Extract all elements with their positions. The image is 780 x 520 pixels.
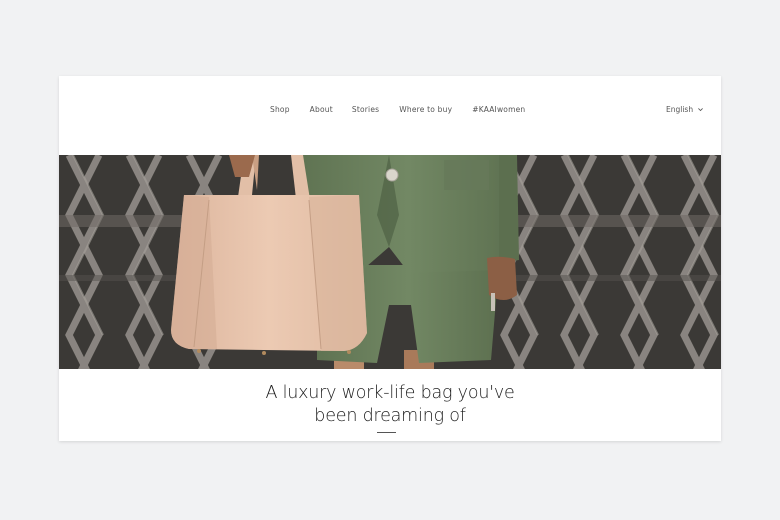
- headline-divider: [377, 432, 396, 433]
- website-frame: Shop About Stories Where to buy #KAAIwom…: [59, 76, 721, 441]
- language-selector[interactable]: English: [666, 105, 704, 114]
- top-navigation: Shop About Stories Where to buy #KAAIwom…: [59, 76, 721, 155]
- headline-line-1: A luxury work-life bag you've: [265, 383, 515, 403]
- nav-stories-link[interactable]: Stories: [352, 105, 379, 114]
- chevron-down-icon: [698, 108, 703, 112]
- nav-where-to-buy-link[interactable]: Where to buy: [399, 105, 452, 114]
- nav-kaaiwomen-link[interactable]: #KAAIwomen: [472, 105, 525, 114]
- headline-line-2: been dreaming of: [314, 406, 466, 426]
- nav-shop-link[interactable]: Shop: [270, 105, 290, 114]
- language-label: English: [666, 105, 694, 114]
- nav-menu: Shop About Stories Where to buy #KAAIwom…: [270, 105, 525, 114]
- hero-headline: A luxury work-life bag you've been dream…: [59, 382, 721, 428]
- hero-photo-illustration: [59, 155, 721, 369]
- nav-about-link[interactable]: About: [310, 105, 333, 114]
- hero-image: [59, 155, 721, 369]
